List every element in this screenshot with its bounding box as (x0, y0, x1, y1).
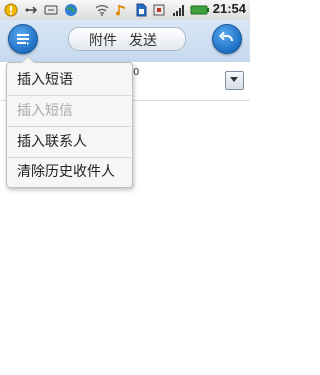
compose-tabs: 附件 发送 (68, 27, 186, 51)
usb-debug-icon (44, 5, 58, 15)
usb-icon (25, 6, 38, 14)
sd-card-icon (136, 3, 147, 17)
battery-icon (190, 5, 209, 15)
menu-item-insert-contact[interactable]: 插入联系人 (7, 127, 132, 157)
options-menu: 插入短语 插入短信 插入联系人 清除历史收件人 (6, 56, 133, 188)
menu-item-clear-history[interactable]: 清除历史收件人 (7, 157, 132, 187)
back-button[interactable] (212, 24, 242, 54)
signal-icon (173, 5, 184, 16)
recipient-dropdown-button[interactable] (225, 71, 244, 90)
globe-icon (65, 4, 77, 16)
menu-button[interactable] (8, 24, 38, 54)
menu-icon (17, 34, 29, 45)
tab-attach[interactable]: 附件 (89, 30, 117, 50)
sim-icon (153, 4, 165, 16)
menu-item-insert-phrase[interactable]: 插入短语 (7, 65, 132, 95)
tab-send[interactable]: 发送 (129, 30, 157, 50)
info-icon (4, 3, 18, 17)
compose-toolbar: 附件 发送 1/800 (0, 20, 250, 78)
menu-item-insert-sms: 插入短信 (17, 103, 73, 119)
music-icon (116, 5, 125, 16)
wifi-icon (95, 5, 109, 16)
chevron-down-icon (230, 77, 238, 82)
back-icon (219, 31, 233, 42)
menu-pointer (21, 56, 35, 63)
status-bar: 21:54 (0, 0, 250, 21)
status-clock: 21:54 (212, 1, 246, 16)
